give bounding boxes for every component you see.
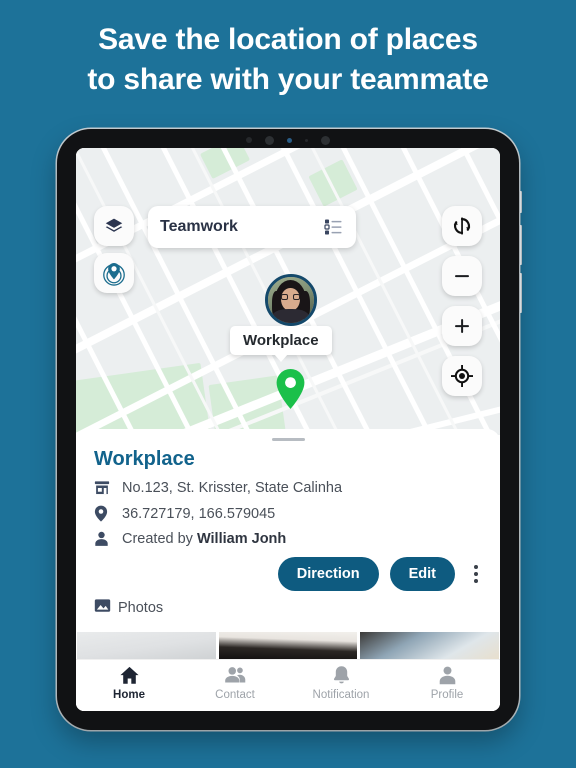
- coordinates-text: 36.727179, 166.579045: [122, 505, 276, 522]
- map-layers-button[interactable]: [94, 206, 134, 246]
- nav-item-notification[interactable]: Notification: [288, 665, 394, 701]
- direction-button[interactable]: Direction: [277, 557, 379, 591]
- map-search-bar[interactable]: Teamwork: [148, 206, 356, 248]
- photo-icon: [94, 598, 111, 618]
- headline-line-1: Save the location of places: [98, 23, 478, 56]
- edit-button[interactable]: Edit: [389, 557, 455, 591]
- drag-handle[interactable]: [271, 438, 305, 441]
- pin-icon: [94, 505, 115, 522]
- store-icon: [94, 480, 115, 496]
- layers-icon: [105, 218, 123, 232]
- card-action-buttons: Direction Edit: [76, 557, 486, 591]
- map-zoom-in-button[interactable]: [442, 306, 482, 346]
- nav-label-home: Home: [113, 689, 145, 701]
- created-by-author: William Jonh: [196, 531, 287, 547]
- photo-thumbnail-strip: [76, 632, 500, 659]
- device-volume-up-button[interactable]: [518, 225, 522, 265]
- my-location-icon: [451, 365, 473, 387]
- list-icon[interactable]: [324, 218, 344, 236]
- search-bar-title: Teamwork: [160, 218, 238, 235]
- bell-icon: [333, 666, 349, 684]
- map-my-places-button[interactable]: [94, 253, 134, 293]
- map-marker-callout[interactable]: Workplace: [230, 326, 332, 362]
- teammate-avatar-marker[interactable]: [265, 274, 317, 326]
- home-icon: [119, 666, 139, 684]
- photos-label: Photos: [118, 600, 164, 616]
- more-options-icon[interactable]: [466, 561, 486, 587]
- map-refresh-button[interactable]: [442, 206, 482, 246]
- nav-item-contact[interactable]: Contact: [182, 665, 288, 701]
- map-road: [385, 148, 500, 435]
- person-icon: [439, 666, 455, 685]
- plus-icon: [455, 319, 469, 333]
- device-power-button[interactable]: [518, 191, 522, 213]
- map-locate-me-button[interactable]: [442, 356, 482, 396]
- refresh-icon: [453, 217, 471, 235]
- nav-label-notification: Notification: [312, 689, 370, 701]
- map-view[interactable]: Teamwork Workplace: [76, 148, 500, 435]
- sensor-dot: [305, 138, 308, 142]
- nav-label-profile: Profile: [430, 689, 464, 701]
- page-title: Workplace: [94, 448, 195, 470]
- front-camera-icon: [265, 135, 274, 145]
- tablet-device-frame: Teamwork Workplace Workplace No.123, St.…: [57, 129, 522, 730]
- front-camera-icon: [321, 135, 330, 145]
- bottom-navigation-bar: Home Contact Notification Profile: [76, 659, 500, 711]
- map-zoom-out-button[interactable]: [442, 256, 482, 296]
- device-screen: Teamwork Workplace Workplace No.123, St.…: [76, 148, 500, 711]
- nav-item-profile[interactable]: Profile: [394, 665, 500, 701]
- address-text: No.123, St. Krisster, State Calinha: [122, 480, 343, 496]
- photo-thumbnail[interactable]: [360, 632, 500, 659]
- address-row: No.123, St. Krisster, State Calinha: [94, 480, 500, 496]
- photo-thumbnail[interactable]: [218, 632, 358, 659]
- indicator-led: [287, 137, 292, 143]
- created-by-prefix: Created by: [122, 531, 197, 547]
- page-headline: Save the location of places to share wit…: [0, 20, 576, 99]
- green-location-pin-icon: [276, 369, 305, 409]
- nav-item-home[interactable]: Home: [76, 665, 182, 701]
- map-marker-callout-label: Workplace: [243, 332, 319, 349]
- created-by-text: Created by William Jonh: [122, 531, 286, 547]
- created-by-row: Created by William Jonh: [94, 531, 500, 547]
- headline-line-2: to share with your teammate: [87, 62, 489, 96]
- device-volume-down-button[interactable]: [518, 273, 522, 313]
- contacts-icon: [225, 667, 246, 683]
- place-detail-card: Workplace No.123, St. Krisster, State Ca…: [76, 429, 500, 711]
- photo-thumbnail[interactable]: [77, 632, 216, 659]
- place-pin-rings-icon: [103, 262, 125, 286]
- sensor-dot: [246, 137, 252, 143]
- avatar: [265, 274, 317, 326]
- photos-section-header: Photos: [94, 598, 500, 618]
- coordinates-row: 36.727179, 166.579045: [94, 505, 500, 522]
- nav-label-contact: Contact: [215, 689, 255, 701]
- map-location-pin-marker[interactable]: [275, 368, 306, 410]
- person-icon: [94, 531, 115, 547]
- minus-icon: [455, 275, 469, 278]
